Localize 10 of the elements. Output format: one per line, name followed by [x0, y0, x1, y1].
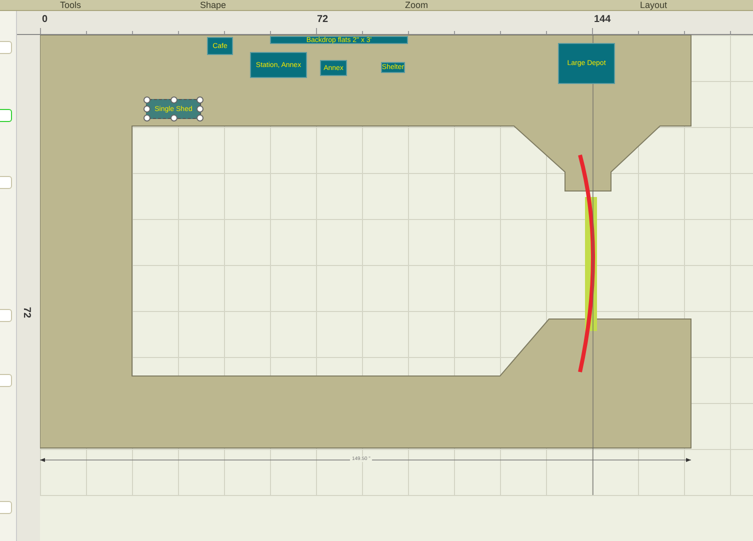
- toolbar-group-label: Layout: [640, 0, 668, 10]
- toolbar-group-label: Zoom: [405, 0, 428, 10]
- selection-handle[interactable]: [170, 114, 177, 122]
- ruler-label: 144: [594, 13, 611, 27]
- toolbar-group-label: Shape: [200, 0, 226, 10]
- ruler-label: 72: [20, 306, 34, 318]
- toolbar-group-label: Tools: [60, 0, 82, 10]
- selection-handle[interactable]: [170, 96, 177, 104]
- ruler-label: 72: [317, 13, 328, 27]
- ruler-label: 0: [42, 13, 48, 27]
